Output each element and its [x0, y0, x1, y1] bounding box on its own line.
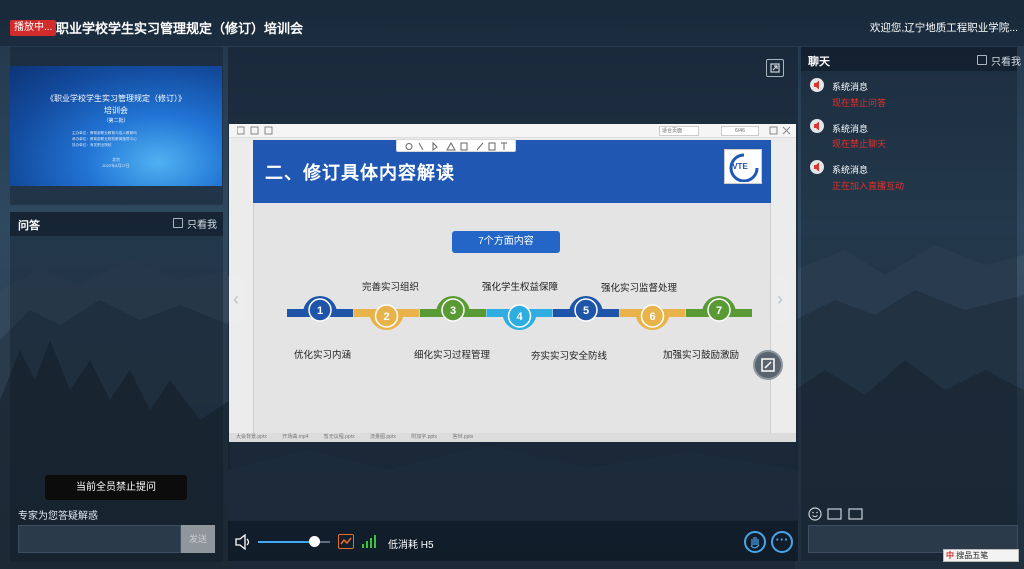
signal-icon — [362, 535, 376, 548]
qa-expert-label: 专家为您答疑解惑 — [18, 511, 98, 522]
document-thumbnail[interactable]: 《职业学校学生实习管理规定（修订）》 培训会 （第二批） 主办单位：教育部职业教… — [10, 66, 222, 186]
qa-banned-notice: 当前全员禁止提问 — [45, 475, 187, 500]
process-label-top: 完善实习组织 — [362, 282, 420, 293]
speaker-icon — [810, 160, 824, 174]
sheet-tabs: 大会背景.pptx 开场曲.mp4 暂无议程.pptx 流量图.pptx 附加字… — [229, 433, 796, 442]
process-label-bottom: 细化实习过程管理 — [414, 350, 491, 361]
slide-viewer: 适合页面 6/46 二、修订具体内容解读 IVTE 7个方面内容 1234567… — [229, 124, 796, 442]
live-status-badge: 播放中... — [10, 20, 57, 36]
process-label-bottom: 加强实习鼓励激励 — [663, 350, 740, 361]
thumb-org-list: 主办单位：教育部职业教育与成人教育司 承办单位：教育部职业院校教育指导中心 协办… — [72, 130, 137, 148]
qa-input[interactable] — [18, 525, 181, 553]
message-sender: 系统消息 — [832, 165, 869, 175]
thumb-subtitle: （第二批） — [103, 118, 129, 124]
process-step-number: 6 — [649, 311, 655, 323]
sheet-tab[interactable]: 大会背景.pptx — [229, 433, 274, 442]
process-step-number: 1 — [317, 305, 323, 317]
sheet-tab[interactable]: 暂无议程.pptx — [317, 433, 362, 442]
process-label-top: 强化学生权益保障 — [482, 282, 559, 293]
volume-icon[interactable] — [234, 534, 252, 550]
message-text: 正在加入直播互动 — [832, 181, 905, 191]
chevron-left-icon[interactable]: ‹ — [228, 276, 244, 322]
process-label-top: 强化实习监督处理 — [601, 283, 678, 294]
sheet-tab[interactable]: 答辩.pptx — [445, 433, 480, 442]
process-label-bottom: 优化实习内涵 — [294, 350, 352, 361]
chat-title: 聊天 — [808, 56, 830, 68]
process-step-number: 3 — [450, 305, 456, 317]
chat-only-me-label[interactable]: 只看我 — [991, 53, 1021, 68]
qa-only-me-checkbox[interactable] — [173, 218, 183, 228]
thumb-footer-2: 2022年8月27日 — [102, 163, 130, 168]
play-mode-icon[interactable] — [338, 534, 354, 549]
message-text: 现在禁止问答 — [832, 98, 887, 108]
switch-view-icon[interactable] — [753, 350, 783, 380]
process-step-number: 7 — [716, 305, 722, 317]
thumb-title-2: 培训会 — [104, 106, 128, 115]
fullscreen-icon[interactable] — [766, 59, 784, 77]
chevron-right-icon[interactable]: › — [772, 276, 788, 322]
welcome-text: 欢迎您,辽宁地质工程职业学院... — [869, 22, 1018, 34]
page-title: 职业学校学生实习管理规定（修订）培训会 — [56, 21, 304, 36]
speaker-icon — [810, 119, 824, 133]
speaker-icon — [810, 78, 824, 92]
message-text: 现在禁止聊天 — [832, 139, 887, 149]
ime-toolbar[interactable]: 中 搜品五笔 — [943, 549, 1019, 562]
thumb-org-line: 协办单位：有关职业院校 — [72, 143, 112, 147]
image-icon[interactable] — [827, 508, 842, 520]
sheet-tab[interactable]: 附加字.pptx — [404, 433, 444, 442]
gift-icon[interactable] — [848, 508, 863, 520]
quality-label[interactable]: 低消耗 H5 — [388, 536, 434, 551]
process-step-number: 2 — [383, 311, 389, 323]
message-sender: 系统消息 — [832, 82, 869, 92]
volume-slider-handle[interactable] — [309, 536, 320, 547]
message-sender: 系统消息 — [832, 124, 869, 134]
chat-only-me-checkbox[interactable] — [977, 55, 987, 65]
emoji-icon[interactable] — [808, 507, 822, 521]
sheet-tab[interactable]: 流量图.pptx — [363, 433, 403, 442]
process-label-bottom: 夯实实习安全防线 — [531, 351, 608, 362]
qa-send-button[interactable]: 发送 — [181, 525, 215, 553]
process-step-number: 5 — [583, 305, 589, 317]
sheet-tab[interactable]: 开场曲.mp4 — [275, 433, 315, 442]
chat-tools — [808, 506, 868, 525]
qa-only-me-label[interactable]: 只看我 — [187, 216, 217, 231]
more-options-icon[interactable]: ··· — [771, 531, 793, 553]
ime-label: 搜品五笔 — [956, 551, 989, 560]
thumb-title: 《职业学校学生实习管理规定（修订）》 — [46, 94, 186, 103]
process-step-number: 4 — [516, 311, 523, 323]
ime-logo-icon: 中 — [946, 551, 954, 560]
raise-hand-icon[interactable] — [744, 531, 766, 553]
volume-slider-fill — [258, 541, 314, 543]
qa-title: 问答 — [18, 220, 40, 232]
